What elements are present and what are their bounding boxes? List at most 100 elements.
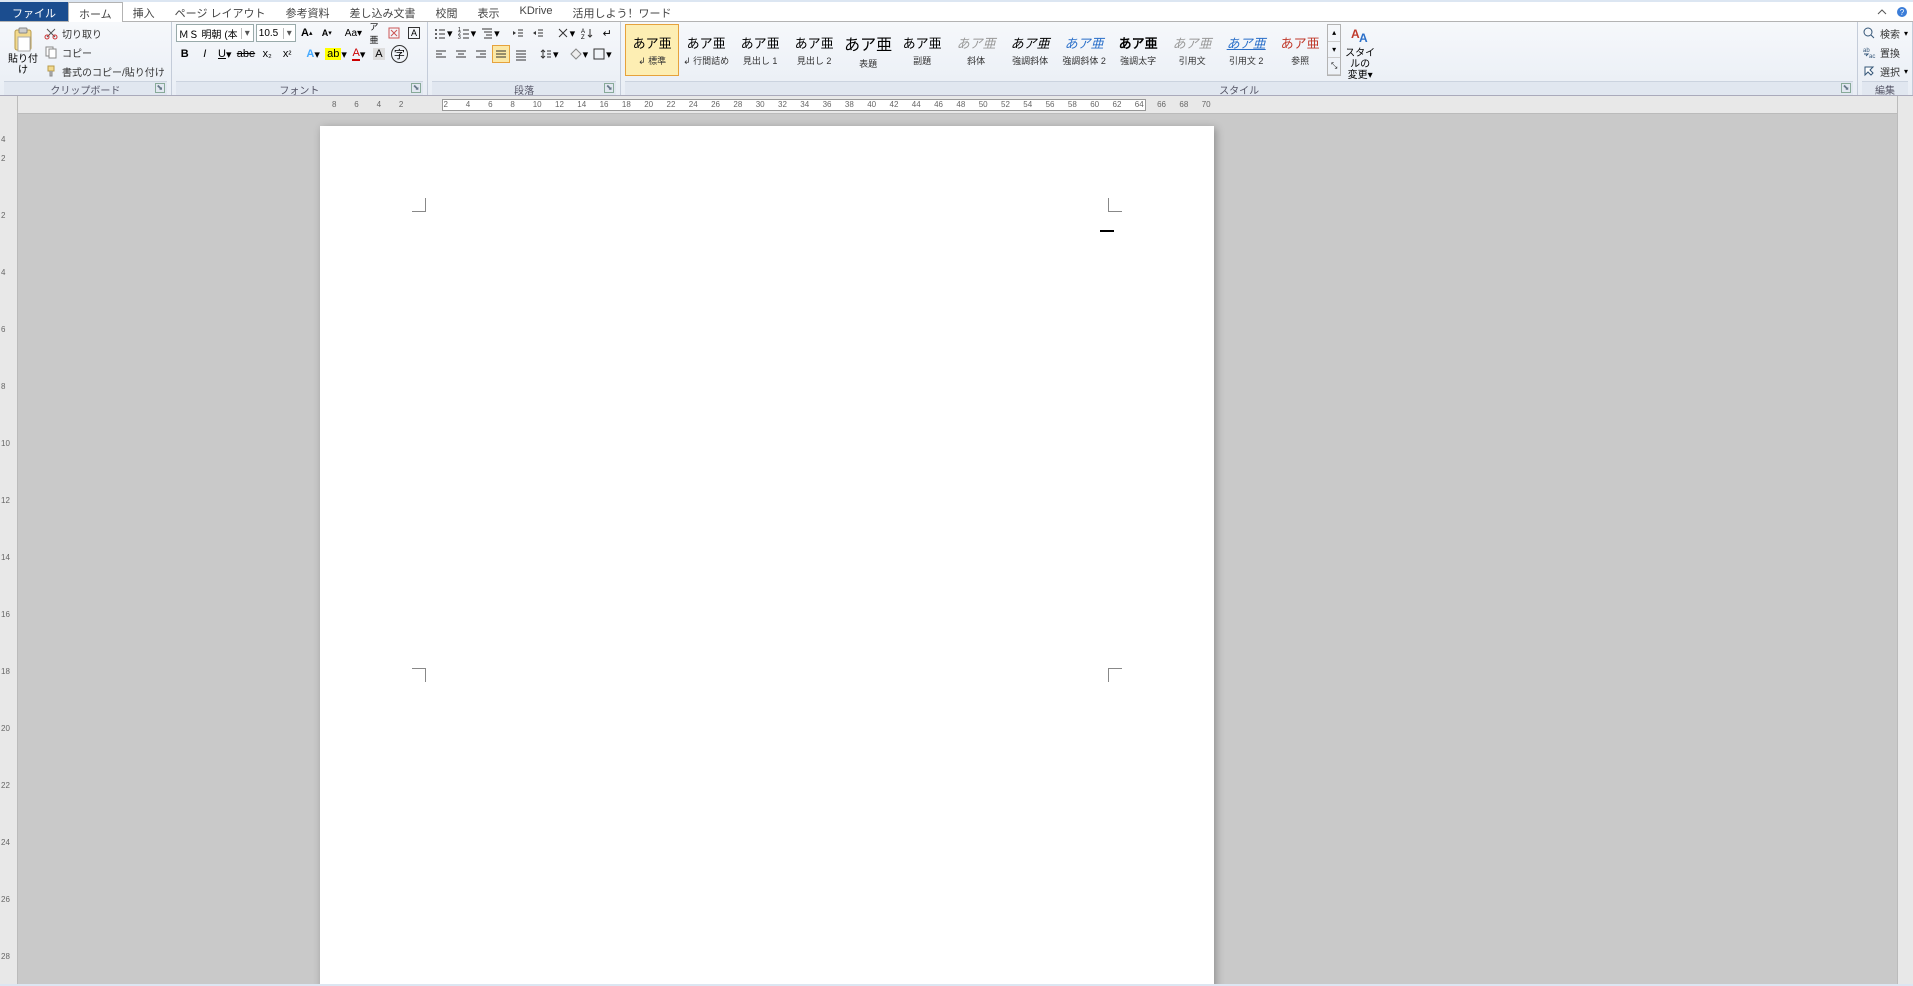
text-cursor bbox=[1100, 230, 1114, 232]
page[interactable] bbox=[320, 126, 1214, 984]
svg-text:A: A bbox=[1359, 31, 1368, 45]
align-distributed-button[interactable] bbox=[512, 45, 530, 63]
tab-file[interactable]: ファイル bbox=[0, 2, 68, 21]
char-shading-button[interactable]: A bbox=[370, 45, 388, 63]
style-強調斜体2[interactable]: あア亜強調斜体 2 bbox=[1057, 24, 1111, 76]
tab-home[interactable]: ホーム bbox=[68, 2, 123, 22]
style-強調太字[interactable]: あア亜強調太字 bbox=[1111, 24, 1165, 76]
ribbon: 貼り付け 切り取り コピー 書式のコピー/貼り付け クリップボード⬊ bbox=[0, 22, 1913, 96]
document-scroll[interactable] bbox=[18, 114, 1913, 984]
clipboard-icon bbox=[11, 28, 35, 52]
char-border-button[interactable]: A bbox=[405, 24, 423, 42]
change-case-button[interactable]: Aa▾ bbox=[344, 24, 363, 42]
replace-icon: abac bbox=[1862, 45, 1876, 59]
bullets-button[interactable]: ▾ bbox=[432, 24, 454, 42]
paste-button[interactable]: 貼り付け bbox=[4, 24, 42, 80]
style-gallery-nav[interactable]: ▾ bbox=[1328, 42, 1340, 59]
font-color-button[interactable]: A▾ bbox=[350, 45, 368, 63]
text-effects-button[interactable]: A▾ bbox=[304, 45, 322, 63]
font-dialog-launcher[interactable]: ⬊ bbox=[411, 83, 421, 93]
font-name-combo[interactable]: ▾ bbox=[176, 24, 254, 42]
tab-mailmerge[interactable]: 差し込み文書 bbox=[340, 2, 426, 21]
tab-view[interactable]: 表示 bbox=[468, 2, 510, 21]
clipboard-dialog-launcher[interactable]: ⬊ bbox=[155, 83, 165, 93]
shading-button[interactable]: ▾ bbox=[568, 45, 590, 63]
show-marks-button[interactable]: ↵ bbox=[598, 24, 616, 42]
underline-button[interactable]: U▾ bbox=[216, 45, 234, 63]
style-参照[interactable]: あア亜参照 bbox=[1273, 24, 1327, 76]
cursor-icon bbox=[1862, 64, 1876, 78]
bold-button[interactable]: B bbox=[176, 45, 194, 63]
style-引用文2[interactable]: あア亜引用文 2 bbox=[1219, 24, 1273, 76]
style-gallery-nav[interactable]: ▴ bbox=[1328, 25, 1340, 42]
copy-button[interactable]: コピー bbox=[44, 43, 167, 61]
group-clipboard: 貼り付け 切り取り コピー 書式のコピー/貼り付け クリップボード⬊ bbox=[0, 22, 172, 95]
strikethrough-button[interactable]: abe bbox=[236, 45, 256, 63]
shrink-font-button[interactable]: A▾ bbox=[318, 24, 336, 42]
svg-text:3: 3 bbox=[458, 35, 461, 40]
ribbon-tabs: ファイル ホーム 挿入 ページ レイアウト 参考資料 差し込み文書 校閲 表示 … bbox=[0, 2, 1913, 22]
asian-layout-button[interactable]: ▾ bbox=[555, 24, 577, 42]
align-justify-button[interactable] bbox=[492, 45, 510, 63]
paragraph-dialog-launcher[interactable]: ⬊ bbox=[604, 83, 614, 93]
horizontal-ruler[interactable]: 8642246810121416182022242628303234363840… bbox=[18, 96, 1913, 114]
vertical-scrollbar[interactable] bbox=[1897, 96, 1913, 984]
subscript-button[interactable]: x₂ bbox=[258, 45, 276, 63]
change-styles-icon: AA bbox=[1348, 24, 1372, 46]
borders-button[interactable]: ▾ bbox=[591, 45, 613, 63]
group-styles: あア亜↲ 標準あア亜↲ 行間詰めあア亜見出し 1あア亜見出し 2あア亜表題あア亜… bbox=[621, 22, 1858, 95]
group-editing: 検索▾ abac 置換 選択▾ 編集 bbox=[1858, 22, 1913, 95]
phonetic-guide-button[interactable]: ア亜 bbox=[365, 24, 383, 42]
decrease-indent-button[interactable] bbox=[509, 24, 527, 42]
tab-reference[interactable]: 参考資料 bbox=[276, 2, 340, 21]
format-painter-button[interactable]: 書式のコピー/貼り付け bbox=[44, 62, 167, 80]
clear-format-button[interactable] bbox=[385, 24, 403, 42]
select-button[interactable]: 選択▾ bbox=[1862, 62, 1908, 80]
increase-indent-button[interactable] bbox=[529, 24, 547, 42]
search-icon bbox=[1862, 26, 1876, 40]
style-↲標準[interactable]: あア亜↲ 標準 bbox=[625, 24, 679, 76]
style-見出し2[interactable]: あア亜見出し 2 bbox=[787, 24, 841, 76]
minimize-ribbon-icon[interactable] bbox=[1875, 5, 1889, 19]
editor-area: 42246810121416182022242628 8642246810121… bbox=[0, 96, 1913, 984]
tab-pagelayout[interactable]: ページ レイアウト bbox=[165, 2, 276, 21]
vertical-ruler[interactable]: 42246810121416182022242628 bbox=[0, 96, 18, 984]
style-副題[interactable]: あア亜副題 bbox=[895, 24, 949, 76]
group-font: ▾ ▾ A▴ A▾ Aa▾ ア亜 A B I U▾ abe x₂ x² A▾ a… bbox=[172, 22, 428, 95]
italic-button[interactable]: I bbox=[196, 45, 214, 63]
tab-tips[interactable]: 活用しよう！ワード bbox=[563, 2, 682, 21]
style-引用文[interactable]: あア亜引用文 bbox=[1165, 24, 1219, 76]
multilevel-button[interactable]: ▾ bbox=[479, 24, 501, 42]
style-見出し1[interactable]: あア亜見出し 1 bbox=[733, 24, 787, 76]
enclose-char-button[interactable]: 字 bbox=[390, 45, 409, 63]
style-↲行間詰め[interactable]: あア亜↲ 行間詰め bbox=[679, 24, 733, 76]
help-icon[interactable]: ? bbox=[1895, 5, 1909, 19]
cut-button[interactable]: 切り取り bbox=[44, 24, 167, 42]
change-styles-button[interactable]: AAスタイルの変更▾ bbox=[1341, 24, 1379, 80]
tab-kdrive[interactable]: KDrive bbox=[510, 2, 563, 21]
font-size-combo[interactable]: ▾ bbox=[256, 24, 296, 42]
align-right-button[interactable] bbox=[472, 45, 490, 63]
tab-review[interactable]: 校閲 bbox=[426, 2, 468, 21]
line-spacing-button[interactable]: ▾ bbox=[538, 45, 560, 63]
svg-text:ac: ac bbox=[1869, 54, 1875, 59]
style-強調斜体[interactable]: あア亜強調斜体 bbox=[1003, 24, 1057, 76]
tab-insert[interactable]: 挿入 bbox=[123, 2, 165, 21]
sort-button[interactable]: AZ bbox=[578, 24, 596, 42]
numbering-button[interactable]: 123▾ bbox=[456, 24, 478, 42]
scissors-icon bbox=[44, 26, 58, 40]
align-center-button[interactable] bbox=[452, 45, 470, 63]
svg-text:?: ? bbox=[1900, 8, 1905, 17]
replace-button[interactable]: abac 置換 bbox=[1862, 43, 1902, 61]
align-left-button[interactable] bbox=[432, 45, 450, 63]
find-button[interactable]: 検索▾ bbox=[1862, 24, 1908, 42]
style-斜体[interactable]: あア亜斜体 bbox=[949, 24, 1003, 76]
style-gallery-nav[interactable]: ⤡ bbox=[1328, 58, 1340, 75]
highlight-button[interactable]: ab▾ bbox=[324, 45, 348, 63]
grow-font-button[interactable]: A▴ bbox=[298, 24, 316, 42]
group-paragraph: ▾ 123▾ ▾ ▾ AZ ↵ ▾ ▾ ▾ bbox=[428, 22, 621, 95]
superscript-button[interactable]: x² bbox=[278, 45, 296, 63]
style-表題[interactable]: あア亜表題 bbox=[841, 24, 895, 76]
styles-dialog-launcher[interactable]: ⬊ bbox=[1841, 83, 1851, 93]
svg-text:Z: Z bbox=[581, 35, 585, 40]
